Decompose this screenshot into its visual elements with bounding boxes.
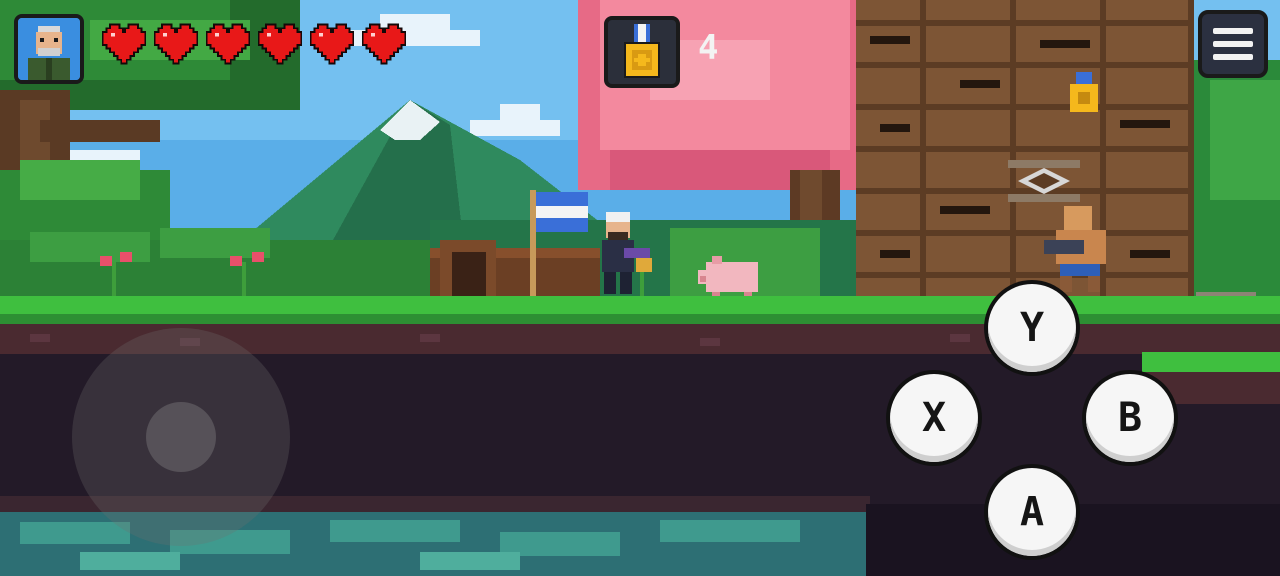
health-bar [100,20,408,68]
heart-icon [257,23,303,65]
gold-medal-icon [624,24,660,78]
medal-count: 4 [698,28,720,68]
y-button[interactable]: Y [988,284,1076,372]
player-portrait[interactable] [14,14,84,84]
heart-icon [153,23,199,65]
medal-counter-box [604,16,680,88]
heart-icon [361,23,407,65]
heart-icon [309,23,355,65]
game-screen: 4 Y X B A [0,0,1280,576]
heart-icon [101,23,147,65]
joystick-knob[interactable] [146,402,216,472]
x-button[interactable]: X [890,374,978,462]
a-button[interactable]: A [988,468,1076,556]
player-portrait-icon [18,18,80,80]
trampoline-pad [1008,160,1080,202]
hamburger-menu-icon [1213,28,1253,34]
hollow-log [430,240,600,298]
menu-button[interactable] [1198,10,1268,78]
b-button[interactable]: B [1086,374,1174,462]
right-ledge-grass [1142,352,1280,372]
brick-tower [856,0,1194,300]
heart-icon [205,23,251,65]
pig [698,256,758,298]
right-foliage [1194,60,1280,300]
